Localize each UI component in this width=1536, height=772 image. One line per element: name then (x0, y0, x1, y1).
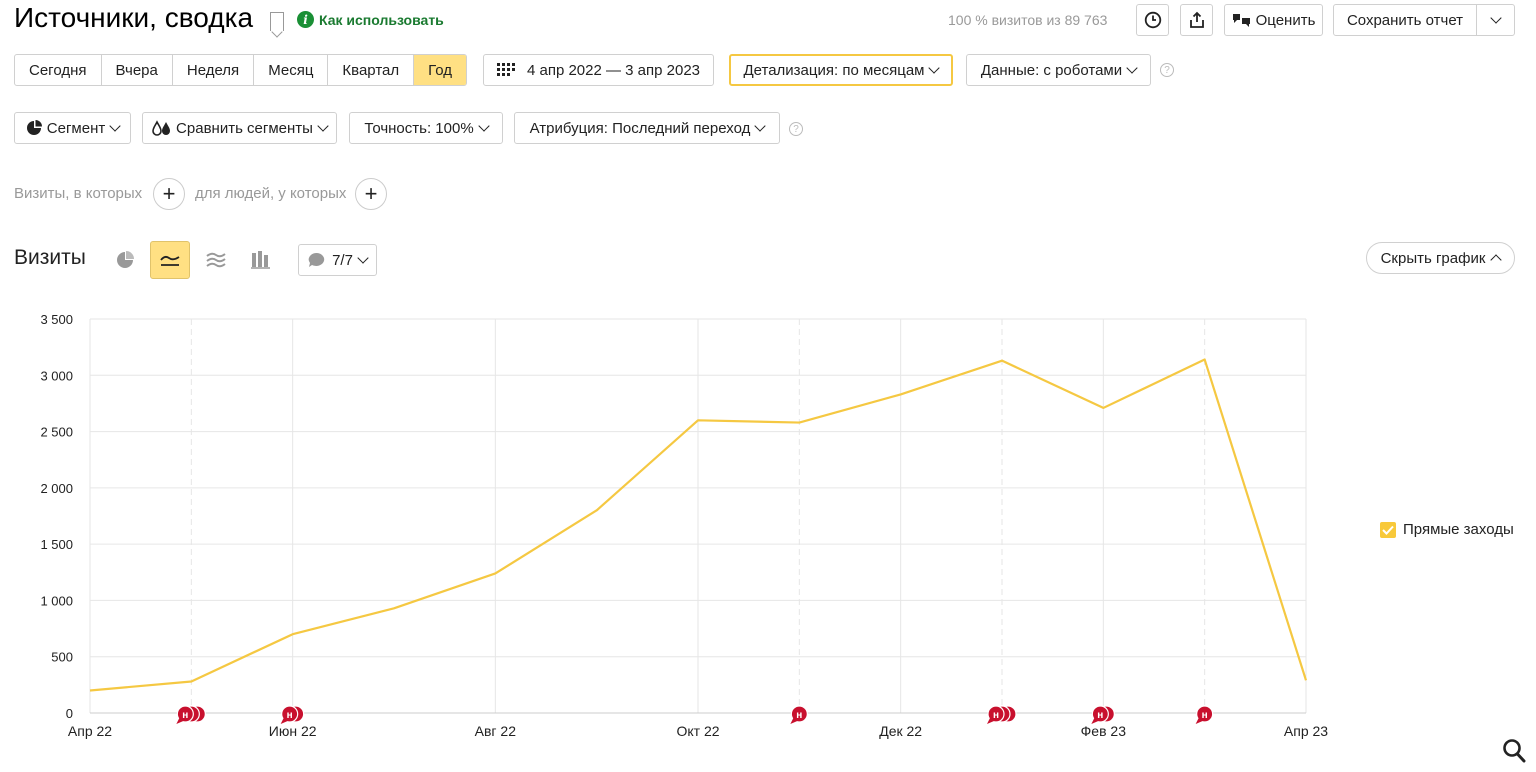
chevron-down-icon (1126, 61, 1138, 74)
chevron-down-icon (1489, 11, 1502, 24)
y-tick-label: 1 000 (40, 593, 73, 608)
y-tick-label: 3 000 (40, 368, 73, 383)
check-icon (1382, 525, 1394, 535)
annotation-label: н (182, 710, 188, 721)
attribution-label: Атрибуция: Последний переход (529, 119, 751, 137)
pie-icon (26, 120, 42, 135)
area-view-button[interactable] (196, 241, 236, 279)
rate-label: Оценить (1255, 11, 1316, 29)
detail-label: Детализация: по месяцам (743, 61, 925, 79)
chevron-down-icon (928, 61, 941, 74)
visits-line-chart: 0 500 1 000 1 500 2 000 2 500 3 000 3 500 Апр 22… (40, 312, 1328, 739)
chevron-down-icon (357, 251, 369, 264)
x-tick-label: Авг 22 (475, 723, 517, 739)
period-quarter[interactable]: Квартал (328, 55, 415, 85)
save-report-label: Сохранить отчет (1346, 11, 1464, 29)
y-tick-label: 0 (66, 706, 73, 721)
period-today[interactable]: Сегодня (15, 55, 102, 85)
pie-view-button[interactable] (105, 241, 145, 279)
segment-label: Сегмент (46, 119, 106, 137)
attribution-dropdown[interactable]: Атрибуция: Последний переход (514, 112, 780, 144)
y-tick-label: 1 500 (40, 537, 73, 552)
annotations-dropdown[interactable]: 7/7 (298, 244, 377, 276)
legend-label: Прямые заходы (1403, 521, 1514, 538)
accuracy-dropdown[interactable]: Точность: 100% (349, 112, 503, 144)
legend-checkbox[interactable] (1380, 521, 1396, 538)
annotation-label: н (796, 710, 802, 721)
info-icon: i (297, 11, 314, 28)
y-tick-label: 500 (51, 650, 73, 665)
search-icon[interactable] (1502, 738, 1526, 764)
period-year[interactable]: Год (414, 55, 467, 85)
annotation-label: н (993, 710, 999, 721)
date-range-label: 4 апр 2022 — 3 апр 2023 (526, 61, 701, 79)
chevron-up-icon (1490, 254, 1503, 266)
hide-chart-button[interactable]: Скрыть график (1366, 242, 1515, 274)
clock-icon (1144, 11, 1161, 29)
export-button[interactable] (1180, 4, 1213, 36)
area-chart-icon (206, 252, 226, 268)
data-mode-dropdown[interactable]: Данные: с роботами (966, 54, 1151, 86)
x-tick-label: Июн 22 (269, 723, 317, 739)
x-tick-label: Дек 22 (879, 723, 922, 739)
period-week[interactable]: Неделя (173, 55, 255, 85)
period-yesterday[interactable]: Вчера (102, 55, 173, 85)
add-visit-filter-button[interactable]: + (153, 178, 185, 210)
share-icon (1189, 11, 1204, 28)
help-icon[interactable]: ? (1160, 63, 1174, 77)
chevron-down-icon (109, 119, 121, 132)
annotations-count: 7/7 (332, 251, 353, 269)
chevron-down-icon (478, 119, 490, 132)
save-report-button[interactable]: Сохранить отчет (1333, 4, 1477, 36)
annotation-label: н (1202, 710, 1208, 721)
y-tick-label: 2 500 (40, 425, 73, 440)
rate-button[interactable]: Оценить (1224, 4, 1323, 36)
chevron-down-icon (754, 119, 767, 132)
people-filter-label: для людей, у которых (195, 185, 347, 202)
visits-info: 100 % визитов из 89 763 (948, 12, 1108, 28)
save-report-dropdown[interactable] (1476, 4, 1515, 36)
x-tick-label: Апр 22 (68, 723, 112, 739)
line-view-button[interactable] (150, 241, 190, 279)
drops-icon (152, 120, 171, 136)
visits-filter-label: Визиты, в которых (14, 185, 143, 202)
x-tick-label: Фев 23 (1081, 723, 1127, 739)
how-to-use-label: Как использовать (319, 11, 444, 28)
period-month[interactable]: Месяц (254, 55, 329, 85)
bar-view-button[interactable] (241, 241, 281, 279)
data-mode-label: Данные: с роботами (980, 61, 1123, 79)
chevron-down-icon (317, 119, 329, 132)
calendar-icon (496, 63, 515, 76)
chart-section-title: Визиты (14, 246, 86, 269)
line-chart-icon (160, 255, 180, 266)
chart-legend: Прямые заходы (1380, 521, 1514, 538)
y-tick-label: 2 000 (40, 481, 73, 496)
period-selector: Сегодня Вчера Неделя Месяц Квартал Год (14, 54, 468, 86)
detail-dropdown[interactable]: Детализация: по месяцам (729, 54, 953, 86)
comment-icon (308, 252, 325, 267)
history-button[interactable] (1136, 4, 1169, 36)
feedback-icon (1232, 14, 1250, 27)
pie-chart-icon (117, 251, 134, 268)
segment-dropdown[interactable]: Сегмент (14, 112, 131, 144)
help-icon[interactable]: ? (789, 122, 803, 136)
annotation-label: н (287, 710, 293, 721)
bar-chart-icon (251, 251, 270, 269)
compare-segments-label: Сравнить сегменты (176, 119, 313, 137)
add-people-filter-button[interactable]: + (355, 178, 387, 210)
date-range-button[interactable]: 4 апр 2022 — 3 апр 2023 (483, 54, 714, 86)
accuracy-label: Точность: 100% (364, 119, 474, 137)
x-tick-label: Окт 22 (676, 723, 719, 739)
hide-chart-label: Скрыть график (1380, 249, 1486, 267)
annotation-label: н (1097, 710, 1103, 721)
how-to-use-link[interactable]: i Как использовать (297, 11, 444, 28)
compare-segments-dropdown[interactable]: Сравнить сегменты (142, 112, 337, 144)
x-tick-label: Апр 23 (1284, 723, 1328, 739)
y-tick-label: 3 500 (40, 312, 73, 327)
page-title: Источники, сводка (14, 2, 254, 33)
bookmark-icon[interactable] (270, 12, 284, 31)
